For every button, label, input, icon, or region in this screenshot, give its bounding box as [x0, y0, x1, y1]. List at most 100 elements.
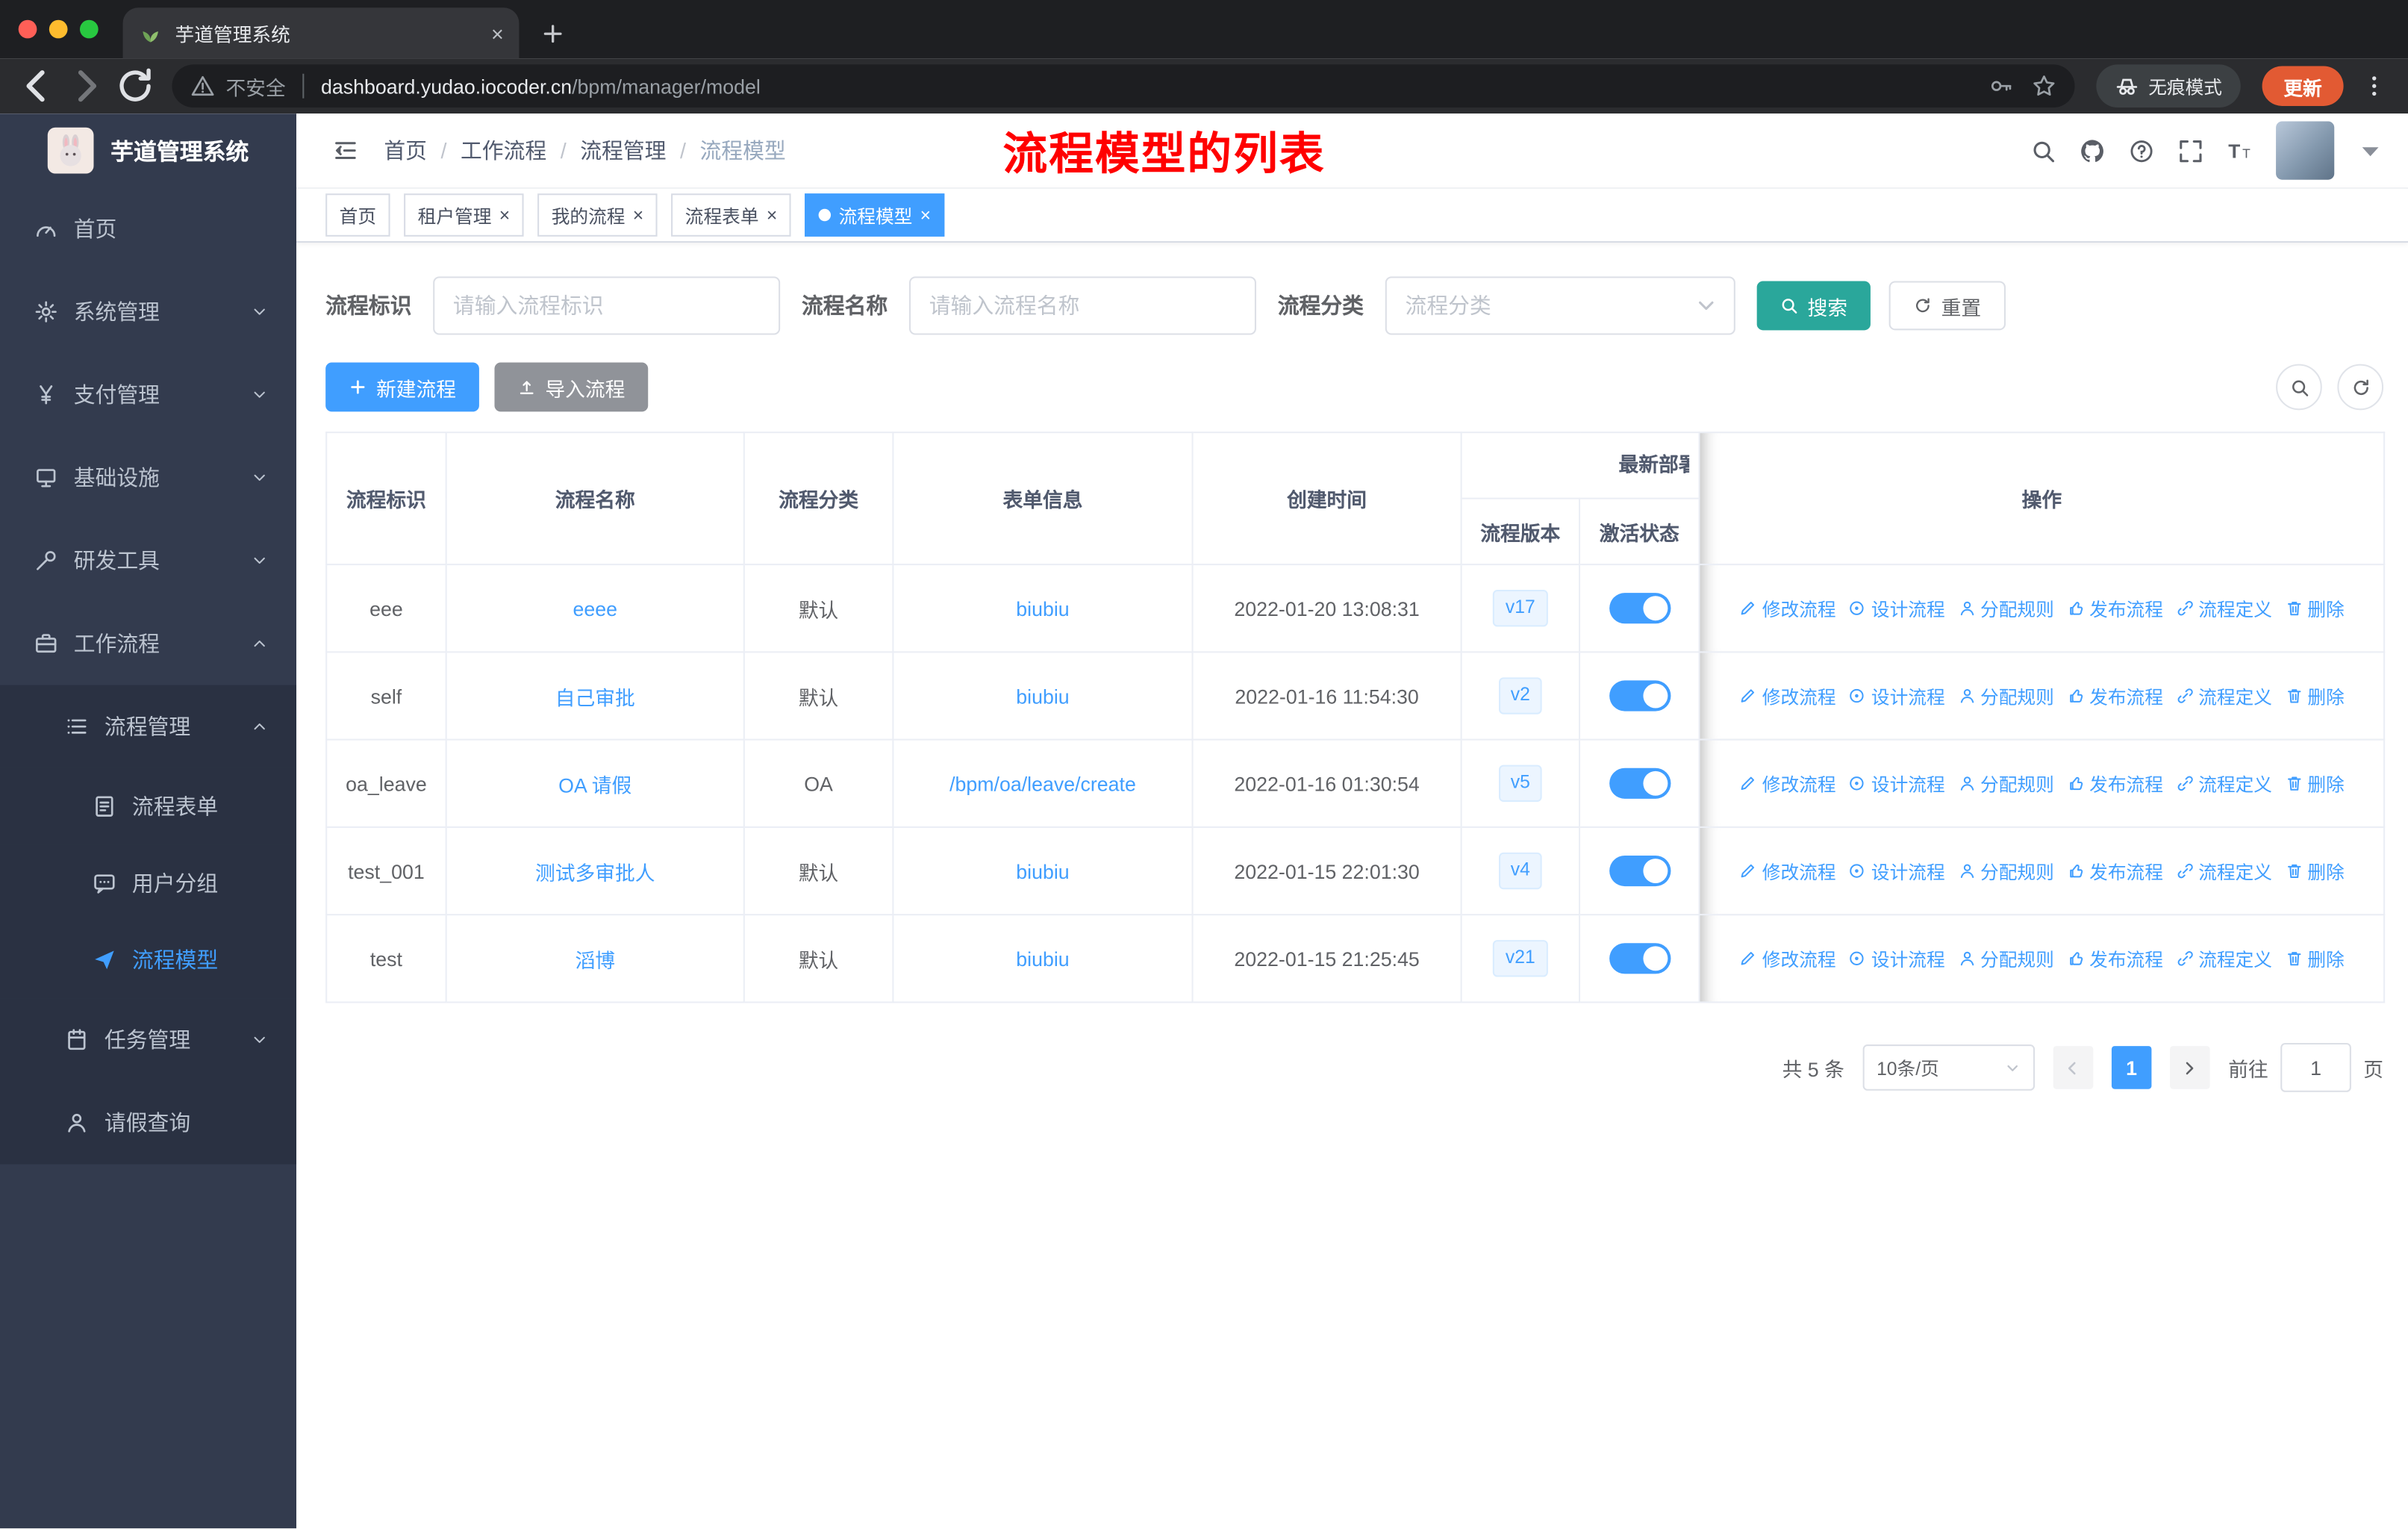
back-button[interactable] — [16, 64, 59, 108]
action-assign[interactable]: 分配规则 — [1957, 770, 2054, 797]
font-size-icon[interactable]: TT — [2227, 137, 2253, 164]
process-name-link[interactable]: eeee — [573, 597, 617, 620]
sidebar-item-process-mgmt[interactable]: 流程管理 — [0, 685, 297, 768]
sidebar-item-task-mgmt[interactable]: 任务管理 — [0, 998, 297, 1082]
action-delete[interactable]: 删除 — [2284, 770, 2345, 797]
active-toggle[interactable] — [1609, 855, 1671, 887]
action-design[interactable]: 设计流程 — [1848, 683, 1945, 709]
action-delete[interactable]: 删除 — [2284, 945, 2345, 971]
action-publish[interactable]: 发布流程 — [2066, 683, 2163, 709]
form-link[interactable]: biubiu — [1016, 597, 1069, 620]
forward-button[interactable] — [64, 64, 107, 108]
action-definition[interactable]: 流程定义 — [2175, 858, 2272, 884]
sidebar-item-leave-query[interactable]: 请假查询 — [0, 1081, 297, 1165]
sidebar-collapse-icon[interactable] — [333, 138, 358, 163]
action-publish[interactable]: 发布流程 — [2066, 595, 2163, 621]
sidebar-item-workflow[interactable]: 工作流程 — [0, 602, 296, 685]
browser-tab[interactable]: 芋道管理系统 × — [122, 7, 520, 59]
tag-close-icon[interactable]: × — [920, 206, 931, 225]
active-toggle[interactable] — [1609, 680, 1671, 711]
filter-name-input[interactable] — [908, 276, 1256, 335]
import-process-button[interactable]: 导入流程 — [494, 362, 649, 412]
tag-close-icon[interactable]: × — [633, 206, 643, 225]
action-publish[interactable]: 发布流程 — [2066, 858, 2163, 884]
sidebar-item-process-model[interactable]: 流程模型 — [0, 921, 297, 999]
key-icon[interactable] — [1989, 74, 2013, 99]
fullscreen-icon[interactable] — [2177, 137, 2203, 164]
action-design[interactable]: 设计流程 — [1848, 858, 1945, 884]
breadcrumb-workflow[interactable]: 工作流程 — [461, 135, 546, 166]
version-badge[interactable]: v2 — [1498, 677, 1543, 714]
tag-home[interactable]: 首页 — [325, 193, 390, 237]
tag-my-process[interactable]: 我的流程 × — [537, 193, 658, 237]
prev-page-button[interactable] — [2053, 1046, 2094, 1089]
help-icon[interactable] — [2129, 137, 2155, 164]
process-name-link[interactable]: 测试多审批人 — [535, 861, 655, 884]
tab-close-icon[interactable]: × — [491, 21, 504, 46]
form-link[interactable]: biubiu — [1016, 685, 1069, 708]
action-edit[interactable]: 修改流程 — [1739, 595, 1836, 621]
update-button[interactable]: 更新 — [2262, 66, 2344, 106]
action-edit[interactable]: 修改流程 — [1739, 858, 1836, 884]
logo-row[interactable]: 芋道管理系统 — [0, 113, 296, 187]
active-toggle[interactable] — [1609, 593, 1671, 624]
goto-page-input[interactable] — [2280, 1042, 2351, 1092]
version-badge[interactable]: v17 — [1493, 590, 1548, 627]
process-name-link[interactable]: 滔博 — [575, 948, 615, 971]
action-definition[interactable]: 流程定义 — [2175, 595, 2272, 621]
active-toggle[interactable] — [1609, 943, 1671, 974]
form-link[interactable]: /bpm/oa/leave/create — [949, 772, 1136, 795]
sidebar-item-user-group[interactable]: 用户分组 — [0, 844, 297, 922]
tag-process-model[interactable]: 流程模型 × — [805, 193, 945, 237]
minimize-window-button[interactable] — [49, 19, 68, 39]
page-number-1[interactable]: 1 — [2111, 1046, 2152, 1089]
breadcrumb-home[interactable]: 首页 — [384, 135, 427, 166]
process-name-link[interactable]: 自己审批 — [555, 686, 635, 709]
action-definition[interactable]: 流程定义 — [2175, 770, 2272, 797]
action-edit[interactable]: 修改流程 — [1739, 683, 1836, 709]
action-definition[interactable]: 流程定义 — [2175, 683, 2272, 709]
tag-close-icon[interactable]: × — [499, 206, 510, 225]
sidebar-item-devtools[interactable]: 研发工具 — [0, 519, 296, 602]
tag-close-icon[interactable]: × — [767, 206, 777, 225]
version-badge[interactable]: v4 — [1498, 852, 1543, 890]
zoom-window-button[interactable] — [79, 19, 99, 39]
action-design[interactable]: 设计流程 — [1848, 770, 1945, 797]
form-link[interactable]: biubiu — [1016, 947, 1069, 970]
sidebar-item-home[interactable]: 首页 — [0, 187, 296, 270]
sidebar-item-process-form[interactable]: 流程表单 — [0, 767, 297, 845]
browser-menu-icon[interactable] — [2362, 74, 2386, 99]
action-assign[interactable]: 分配规则 — [1957, 683, 2054, 709]
next-page-button[interactable] — [2170, 1046, 2210, 1089]
action-delete[interactable]: 删除 — [2284, 595, 2345, 621]
filter-key-input[interactable] — [433, 276, 781, 335]
action-assign[interactable]: 分配规则 — [1957, 945, 2054, 971]
breadcrumb-process-mgmt[interactable]: 流程管理 — [580, 135, 666, 166]
chevron-down-icon[interactable] — [2357, 137, 2383, 164]
action-delete[interactable]: 删除 — [2284, 858, 2345, 884]
filter-category-select[interactable]: 流程分类 — [1385, 276, 1735, 335]
refresh-table-icon[interactable] — [2337, 364, 2384, 411]
action-assign[interactable]: 分配规则 — [1957, 595, 2054, 621]
action-definition[interactable]: 流程定义 — [2175, 945, 2272, 971]
action-design[interactable]: 设计流程 — [1848, 945, 1945, 971]
form-link[interactable]: biubiu — [1016, 859, 1069, 882]
warning-icon[interactable] — [190, 74, 215, 99]
toggle-search-icon[interactable] — [2276, 364, 2322, 411]
sidebar-item-payment[interactable]: 支付管理 — [0, 353, 296, 436]
header-search-icon[interactable] — [2030, 137, 2056, 164]
action-edit[interactable]: 修改流程 — [1739, 945, 1836, 971]
tag-process-form[interactable]: 流程表单 × — [671, 193, 791, 237]
page-size-select[interactable]: 10条/页 — [1862, 1044, 2035, 1091]
search-button[interactable]: 搜索 — [1756, 281, 1871, 331]
action-design[interactable]: 设计流程 — [1848, 595, 1945, 621]
process-name-link[interactable]: OA 请假 — [558, 773, 631, 797]
close-window-button[interactable] — [18, 19, 37, 39]
sidebar-item-system[interactable]: 系统管理 — [0, 270, 296, 353]
create-process-button[interactable]: 新建流程 — [325, 362, 479, 412]
reset-button[interactable]: 重置 — [1888, 281, 2006, 331]
action-delete[interactable]: 删除 — [2284, 683, 2345, 709]
github-icon[interactable] — [2080, 137, 2106, 164]
action-assign[interactable]: 分配规则 — [1957, 858, 2054, 884]
reload-button[interactable] — [113, 64, 157, 108]
